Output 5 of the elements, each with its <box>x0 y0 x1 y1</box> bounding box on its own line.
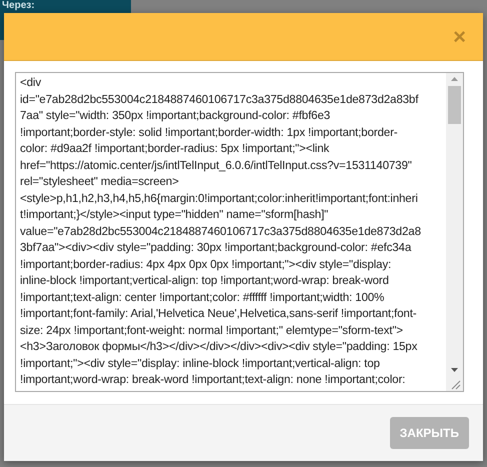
scrollbar[interactable] <box>446 73 463 391</box>
scroll-thumb[interactable] <box>448 86 461 124</box>
code-textarea[interactable]: <div id="e7ab28d2bc553004c2184887460106717c3a375d8804635e1de873d2a83bf 7aa" style="width: 350px !important;background-color: #fbf6e3 !important;border-style: solid !important;border-width: 1px !important;border- color: #d9aa2f !important;border-radius: 5px !important;"><link href="https://atomic.center/js/intlTelInput_6.0.6/intlTelInput.css?v=1531140739" rel="stylesheet" media=screen> <style>p,h1,h2,h3,h4,h5,h6{margin:0!important;color:inherit!important;font:inheri t!important;}</style><input type="hidden" name="sform[hash]" value="e7ab28d2bc553004c2184887460106717c3a375d8804635e1de873d2a8 3bf7aa"><div><div style="padding: 30px !important;background-color: #efc34a !important;border-radius: 4px 4px 0px 0px !important;"><div style="display: inline-block !important;vertical-align: top !important;word-wrap: break-word !important;text-align: center !important;color: #ffffff !important;width: 100% !important;font-family: Arial,'Helvetica Neue',Helvetica,sans-serif !important;font- size: 24px !important;font-weight: normal !important;" elemtype="sform-text"> <h3>Заголовок формы</h3></div></div></div><div><div style="padding: 15px !important;"><div style="display: inline-block !important;vertical-align: top !important;word-wrap: break-word !important;text-align: none !important;color: <box>15 72 464 392</box>
banner-label: Через: <box>2 0 35 11</box>
close-button[interactable]: × <box>453 26 466 46</box>
